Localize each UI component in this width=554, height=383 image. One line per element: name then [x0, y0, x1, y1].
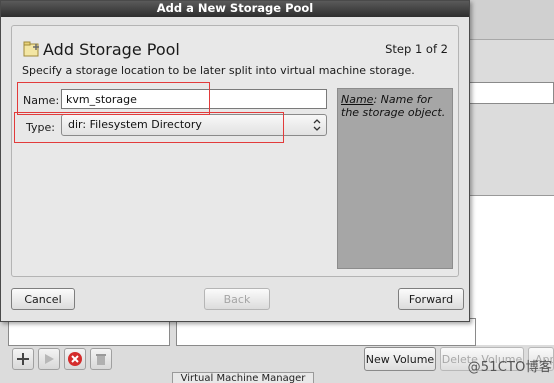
stop-pool-button[interactable]: [64, 348, 86, 370]
name-label: Name:: [23, 94, 60, 107]
start-pool-button[interactable]: [38, 348, 60, 370]
delete-pool-button[interactable]: [90, 348, 112, 370]
cancel-button[interactable]: Cancel: [11, 288, 75, 310]
type-selected-value: dir: Filesystem Directory: [68, 118, 202, 131]
step-indicator: Step 1 of 2: [385, 42, 448, 56]
new-volume-button[interactable]: New Volume: [364, 347, 436, 371]
play-icon: [45, 354, 54, 364]
stop-icon: [68, 352, 82, 366]
add-storage-pool-dialog: Add a New Storage Pool Add Storage Pool …: [0, 0, 470, 322]
help-panel: Name: Name for the storage object.: [337, 88, 453, 269]
forward-button[interactable]: Forward: [398, 288, 464, 310]
help-term: Name: [341, 93, 374, 106]
back-button[interactable]: Back: [204, 288, 270, 310]
name-field[interactable]: [61, 89, 327, 109]
taskbar-window-title[interactable]: Virtual Machine Manager: [172, 372, 314, 383]
page-title: Add Storage Pool: [43, 40, 180, 59]
add-pool-button[interactable]: [12, 348, 34, 370]
type-select[interactable]: dir: Filesystem Directory: [61, 114, 327, 136]
page-subtitle: Specify a storage location to be later s…: [22, 64, 415, 77]
trash-icon: [96, 354, 106, 365]
watermark: @51CTO博客: [467, 360, 552, 375]
storage-pool-icon: [23, 41, 41, 57]
dialog-title-bar[interactable]: Add a New Storage Pool: [1, 1, 469, 17]
select-arrows-icon: [312, 118, 322, 132]
bg-pool-list[interactable]: [8, 318, 170, 346]
add-icon: [17, 353, 29, 365]
bg-volume-list[interactable]: [176, 318, 476, 346]
dialog-content: Add Storage Pool Step 1 of 2 Specify a s…: [11, 25, 459, 277]
type-label: Type:: [26, 121, 55, 134]
